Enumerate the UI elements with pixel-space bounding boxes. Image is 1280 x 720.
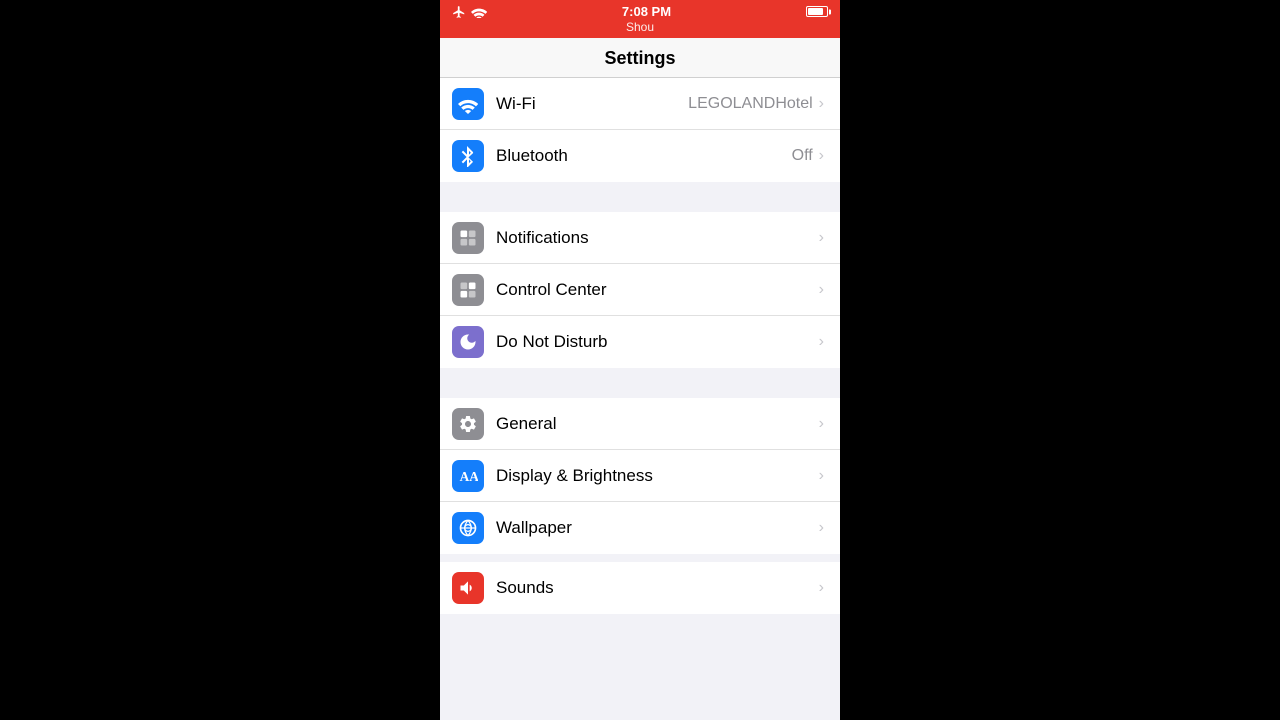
bluetooth-value: Off	[792, 147, 813, 165]
section-system: Notifications › Control Center ›	[440, 212, 840, 368]
status-bar: 7:08 PM Shou	[440, 0, 840, 38]
svg-text:AA: AA	[460, 469, 478, 484]
bluetooth-icon	[452, 140, 484, 172]
airplane-icon	[452, 5, 466, 19]
settings-row-sounds[interactable]: Sounds ›	[440, 562, 840, 614]
page-title: Settings	[604, 48, 675, 68]
wifi-status-icon	[471, 6, 487, 18]
display-chevron: ›	[819, 467, 824, 485]
bluetooth-chevron: ›	[819, 147, 824, 165]
do-not-disturb-chevron: ›	[819, 333, 824, 351]
phone-screen: 7:08 PM Shou Settings	[440, 0, 840, 720]
section-connectivity: Wi-Fi LEGOLANDHotel › Bluetooth Off ›	[440, 78, 840, 182]
status-time: 7:08 PM	[622, 4, 671, 19]
settings-row-wallpaper[interactable]: Wallpaper ›	[440, 502, 840, 554]
wifi-chevron: ›	[819, 95, 824, 113]
notifications-chevron: ›	[819, 229, 824, 247]
control-center-chevron: ›	[819, 281, 824, 299]
general-label: General	[496, 414, 819, 434]
do-not-disturb-icon	[452, 326, 484, 358]
sounds-chevron: ›	[819, 579, 824, 597]
sounds-label: Sounds	[496, 578, 819, 598]
general-icon	[452, 408, 484, 440]
control-center-label: Control Center	[496, 280, 819, 300]
battery-icon	[806, 6, 828, 17]
divider-2	[440, 368, 840, 398]
wallpaper-chevron: ›	[819, 519, 824, 537]
notifications-label: Notifications	[496, 228, 819, 248]
do-not-disturb-label: Do Not Disturb	[496, 332, 819, 352]
wallpaper-icon	[452, 512, 484, 544]
settings-list[interactable]: Wi-Fi LEGOLANDHotel › Bluetooth Off ›	[440, 78, 840, 720]
wifi-icon	[452, 88, 484, 120]
display-icon: AA	[452, 460, 484, 492]
sounds-icon	[452, 572, 484, 604]
general-chevron: ›	[819, 415, 824, 433]
bluetooth-label: Bluetooth	[496, 146, 792, 166]
settings-row-display[interactable]: AA Display & Brightness ›	[440, 450, 840, 502]
nav-bar: Settings	[440, 38, 840, 78]
wallpaper-label: Wallpaper	[496, 518, 819, 538]
display-label: Display & Brightness	[496, 466, 819, 486]
settings-row-wifi[interactable]: Wi-Fi LEGOLANDHotel ›	[440, 78, 840, 130]
settings-row-bluetooth[interactable]: Bluetooth Off ›	[440, 130, 840, 182]
shou-label: Shou	[626, 20, 654, 34]
divider-1	[440, 182, 840, 212]
status-icons-right	[806, 6, 828, 17]
control-center-icon	[452, 274, 484, 306]
section-more: Sounds ›	[440, 562, 840, 614]
settings-row-do-not-disturb[interactable]: Do Not Disturb ›	[440, 316, 840, 368]
wifi-value: LEGOLANDHotel	[688, 95, 813, 113]
settings-row-general[interactable]: General ›	[440, 398, 840, 450]
status-icons-left	[452, 5, 487, 19]
section-preferences: General › AA Display & Brightness ›	[440, 398, 840, 554]
wifi-label: Wi-Fi	[496, 94, 688, 114]
settings-row-notifications[interactable]: Notifications ›	[440, 212, 840, 264]
notifications-icon	[452, 222, 484, 254]
settings-row-control-center[interactable]: Control Center ›	[440, 264, 840, 316]
